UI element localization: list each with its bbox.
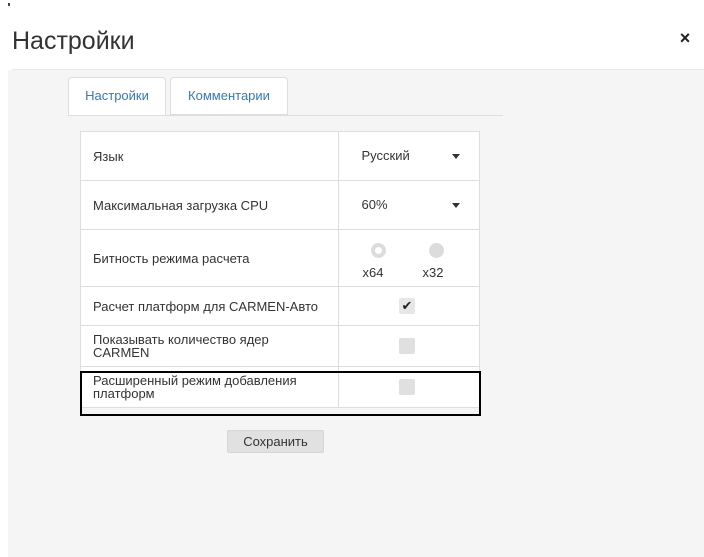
- tabs-divider: [68, 115, 503, 116]
- carmen-auto-label: Расчет платформ для CARMEN-Авто: [93, 298, 319, 314]
- cpu-load-select[interactable]: 60%: [339, 182, 479, 228]
- tab-settings[interactable]: Настройки: [68, 77, 166, 116]
- table-row-carmen-auto: Расчет платформ для CARMEN-Авто ✔: [79, 286, 480, 326]
- chevron-down-icon: [452, 154, 461, 159]
- carmen-auto-checkbox[interactable]: ✔: [399, 298, 416, 314]
- cpu-load-select-value: 60%: [361, 197, 388, 212]
- save-button[interactable]: Сохранить: [227, 430, 324, 453]
- extended-mode-checkbox[interactable]: [399, 379, 416, 395]
- table-row-language: Язык Русский: [79, 131, 480, 181]
- table-row-cpu: Максимальная загрузка CPU 60%: [79, 180, 480, 230]
- table-row-show-cores: Показывать количество ядер CARMEN: [79, 325, 480, 367]
- settings-table: Язык Русский Максимальная загрузка CPU 6…: [79, 131, 480, 408]
- language-select[interactable]: Русский: [339, 133, 479, 179]
- checkmark-icon: ✔: [401, 298, 413, 313]
- table-row-bitness: Битность режима расчета x64 x32: [79, 229, 480, 287]
- radio-x64-label: x64: [362, 265, 384, 280]
- bitness-label: Битность режима расчета: [79, 229, 340, 287]
- chevron-down-icon: [452, 203, 461, 208]
- dialog-header: Настройки ×: [0, 0, 704, 70]
- radio-x64[interactable]: [371, 243, 387, 258]
- cpu-load-label: Максимальная загрузка CPU: [79, 180, 340, 230]
- table-row-extended-mode: Расширенный режим добавления платформ: [79, 366, 480, 408]
- extended-mode-label: Расширенный режим добавления платформ: [93, 373, 297, 401]
- dialog-title: Настройки: [12, 27, 135, 55]
- radio-x32-label: x32: [422, 265, 444, 280]
- show-cores-checkbox[interactable]: [399, 338, 416, 354]
- close-icon[interactable]: ×: [678, 29, 692, 47]
- tab-comments[interactable]: Комментарии: [170, 77, 288, 115]
- show-cores-label: Показывать количество ядер CARMEN: [93, 332, 269, 360]
- language-label: Язык: [79, 131, 340, 181]
- bitness-radio-group: x64 x32: [339, 231, 479, 285]
- radio-x32[interactable]: [429, 243, 445, 258]
- language-select-value: Русский: [361, 148, 410, 163]
